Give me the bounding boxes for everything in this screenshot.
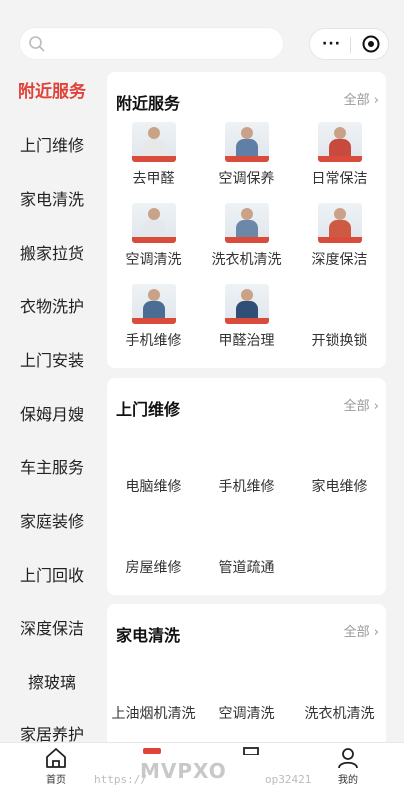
sidebar-item-nanny[interactable]: 保姆月嫂	[0, 388, 104, 442]
service-thumbnail	[317, 122, 362, 162]
sidebar-item-car-service[interactable]: 车主服务	[0, 441, 104, 495]
sidebar-item-installation[interactable]: 上门安装	[0, 334, 104, 388]
service-item[interactable]: 甲醛治理	[200, 284, 293, 350]
service-thumbnail	[131, 122, 176, 162]
top-bar: ···	[0, 0, 404, 62]
sidebar-item-moving[interactable]: 搬家拉货	[0, 227, 104, 281]
service-item[interactable]: 洗衣机清洗	[200, 203, 293, 269]
watermark-id: op32421	[265, 773, 312, 786]
category-icon	[143, 748, 161, 754]
service-item[interactable]: 空调清洗	[200, 703, 293, 723]
sidebar-item-recycling[interactable]: 上门回收	[0, 549, 104, 603]
service-item[interactable]: 手机维修	[107, 284, 200, 350]
mini-program-capsule: ···	[309, 28, 389, 60]
tab-orders[interactable]	[221, 747, 281, 757]
capsule-divider	[350, 37, 351, 53]
sidebar-item-home-care[interactable]: 家居养护	[0, 708, 104, 742]
sidebar-item-repair[interactable]: 上门维修	[0, 119, 104, 173]
service-item[interactable]: 去甲醛	[107, 122, 200, 188]
service-thumbnail	[224, 122, 269, 162]
service-thumbnail	[224, 203, 269, 243]
section-nearby-services: 附近服务 全部 › 去甲醛 空调保养 日常保洁 空调清洗 洗衣机清洗 深度保洁 …	[107, 72, 386, 368]
service-item[interactable]: 电脑维修	[107, 476, 200, 496]
service-item[interactable]: 洗衣机清洗	[293, 703, 386, 723]
sidebar-item-nearby[interactable]: 附近服务	[0, 65, 104, 119]
order-icon	[243, 747, 259, 755]
service-item[interactable]: 深度保洁	[293, 203, 386, 269]
section-title: 附近服务	[116, 94, 181, 113]
sidebar-item-appliance-cleaning[interactable]: 家电清洗	[0, 173, 104, 227]
category-sidebar: 附近服务 上门维修 家电清洗 搬家拉货 衣物洗护 上门安装 保姆月嫂 车主服务 …	[0, 62, 104, 742]
service-item[interactable]: 房屋维修	[107, 557, 200, 577]
tab-home[interactable]: 首页	[26, 747, 86, 786]
section-home-repair: 上门维修 全部 › 电脑维修 手机维修 家电维修 房屋维修 管道疏通	[107, 378, 386, 595]
service-item[interactable]: 开锁换锁	[293, 330, 386, 350]
sidebar-item-renovation[interactable]: 家庭装修	[0, 495, 104, 549]
service-thumbnail	[317, 203, 362, 243]
search-icon	[29, 36, 45, 52]
section-appliance-cleaning: 家电清洗 全部 › 上油烟机清洗 空调清洗 洗衣机清洗	[107, 604, 386, 742]
service-item[interactable]: 家电维修	[293, 476, 386, 496]
close-target-icon[interactable]	[362, 35, 380, 53]
service-item[interactable]: 手机维修	[200, 476, 293, 496]
section-title: 上门维修	[116, 400, 181, 419]
watermark-brand: MVPXO	[140, 759, 227, 783]
service-thumbnail	[224, 284, 269, 324]
tab-category[interactable]	[122, 747, 182, 757]
search-input[interactable]	[19, 27, 284, 60]
tab-profile[interactable]: 我的	[318, 747, 378, 786]
user-icon	[338, 748, 358, 769]
view-all-link[interactable]: 全部 ›	[344, 89, 379, 108]
sidebar-item-deep-cleaning[interactable]: 深度保洁	[0, 602, 104, 656]
service-item[interactable]: 管道疏通	[200, 557, 293, 577]
service-item[interactable]: 空调保养	[200, 122, 293, 188]
sidebar-item-laundry[interactable]: 衣物洗护	[0, 280, 104, 334]
view-all-link[interactable]: 全部 ›	[344, 395, 379, 414]
home-icon	[46, 748, 66, 768]
section-title: 家电清洗	[116, 626, 181, 645]
service-item[interactable]: 上油烟机清洗	[107, 703, 200, 723]
service-thumbnail	[131, 284, 176, 324]
service-item[interactable]: 日常保洁	[293, 122, 386, 188]
view-all-link[interactable]: 全部 ›	[344, 621, 379, 640]
service-item[interactable]: 空调清洗	[107, 203, 200, 269]
service-thumbnail	[131, 203, 176, 243]
more-icon[interactable]: ···	[322, 36, 341, 52]
sidebar-item-window-cleaning[interactable]: 擦玻璃	[0, 656, 104, 710]
